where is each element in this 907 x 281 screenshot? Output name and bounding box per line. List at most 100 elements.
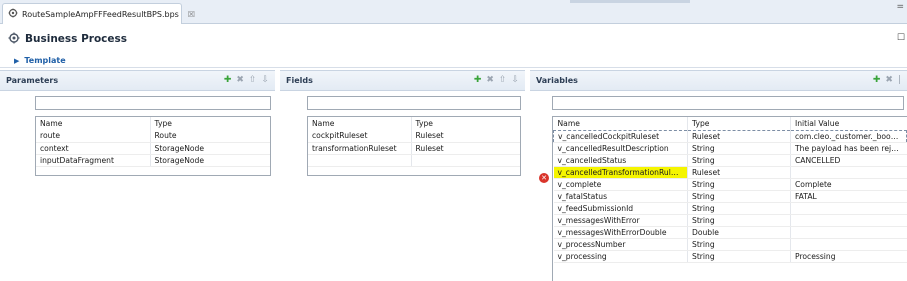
- editor-tab[interactable]: RouteSampleAmpFFFeedResultBPS.bps ☒: [2, 3, 195, 24]
- variable-initial-value[interactable]: [790, 166, 907, 179]
- table-row[interactable]: transformationRuleset Ruleset: [308, 142, 520, 155]
- top-scroll-indicator: [570, 0, 690, 3]
- fields-table: Name Type cockpitRuleset Ruleset transform…: [307, 116, 521, 176]
- variable-initial-value[interactable]: [790, 214, 907, 227]
- variable-type[interactable]: Ruleset: [687, 166, 791, 179]
- table-row[interactable]: inputDataFragment StorageNode: [36, 154, 270, 167]
- add-variable-icon[interactable]: ✚: [873, 76, 881, 85]
- variable-initial-value[interactable]: Complete: [790, 178, 907, 191]
- variable-type[interactable]: String: [687, 154, 791, 167]
- variables-filter-input[interactable]: [552, 96, 904, 110]
- fields-toolbar: ✚ ✖ ⇧ ⇩: [474, 76, 525, 85]
- parameter-name[interactable]: context: [36, 142, 151, 155]
- variable-initial-value[interactable]: Processing: [790, 250, 907, 263]
- add-parameter-icon[interactable]: ✚: [224, 76, 232, 85]
- variable-name-highlighted[interactable]: v_cancelledTransformationRuleset: [553, 166, 688, 179]
- variable-name[interactable]: v_processing: [553, 250, 688, 263]
- fields-header: Fields ✚ ✖ ⇧ ⇩: [280, 71, 525, 91]
- parameters-header: Parameters ✚ ✖ ⇧ ⇩: [0, 71, 275, 91]
- move-up-parameter-icon[interactable]: ⇧: [249, 76, 257, 85]
- page-title: Business Process: [25, 33, 128, 45]
- move-down-field-icon[interactable]: ⇩: [511, 76, 519, 85]
- parameters-title: Parameters: [6, 76, 59, 85]
- column-header-name[interactable]: Name: [308, 117, 412, 130]
- field-type[interactable]: Ruleset: [411, 142, 520, 155]
- variable-type[interactable]: Double: [687, 226, 791, 239]
- more-tools-icon[interactable]: |: [898, 76, 901, 85]
- variable-initial-value[interactable]: [790, 226, 907, 239]
- minimize-icon[interactable]: =: [896, 2, 904, 12]
- variable-name[interactable]: v_processNumber: [553, 238, 688, 251]
- variable-type[interactable]: String: [687, 238, 791, 251]
- column-header-initial-value[interactable]: Initial Value: [791, 117, 907, 130]
- variable-name[interactable]: v_fatalStatus: [553, 190, 688, 203]
- variable-initial-value[interactable]: [790, 238, 907, 251]
- table-row[interactable]: context StorageNode: [36, 142, 270, 155]
- template-label: Template: [24, 56, 66, 65]
- parameters-toolbar: ✚ ✖ ⇧ ⇩: [224, 76, 275, 85]
- table-row[interactable]: cockpitRuleset Ruleset: [308, 130, 520, 143]
- table-row[interactable]: v_complete String Complete: [553, 178, 907, 191]
- parameter-type[interactable]: Route: [150, 130, 270, 143]
- parameter-type[interactable]: StorageNode: [150, 142, 270, 155]
- variable-type[interactable]: String: [687, 142, 791, 155]
- right-edge-icon[interactable]: ☐: [897, 33, 905, 43]
- variable-name[interactable]: v_complete: [553, 178, 688, 191]
- delete-parameter-icon[interactable]: ✖: [236, 76, 244, 85]
- variable-type[interactable]: String: [687, 214, 791, 227]
- field-name[interactable]: transformationRuleset: [308, 142, 412, 155]
- fields-title: Fields: [286, 76, 313, 85]
- variable-initial-value[interactable]: [790, 202, 907, 215]
- variable-name[interactable]: v_cancelledStatus: [553, 154, 688, 167]
- column-header-type[interactable]: Type: [411, 117, 520, 130]
- expand-triangle-icon: ▶: [14, 56, 20, 65]
- table-row-selected[interactable]: v_cancelledCockpitRuleset Ruleset com.cleo…: [553, 130, 907, 143]
- field-type[interactable]: Ruleset: [411, 130, 520, 143]
- variable-type[interactable]: String: [687, 250, 791, 263]
- variable-initial-value[interactable]: FATAL: [790, 190, 907, 203]
- table-row[interactable]: v_processNumber String: [553, 238, 907, 251]
- variable-name[interactable]: v_messagesWithError: [553, 214, 688, 227]
- parameter-name[interactable]: route: [36, 130, 151, 143]
- move-up-field-icon[interactable]: ⇧: [499, 76, 507, 85]
- variable-initial-value[interactable]: CANCELLED: [790, 154, 907, 167]
- table-row[interactable]: v_fatalStatus String FATAL: [553, 190, 907, 203]
- field-name[interactable]: cockpitRuleset: [308, 130, 412, 143]
- parameters-filter-input[interactable]: [35, 96, 271, 110]
- variable-initial-value[interactable]: com.cleo._customer._boost...: [790, 130, 907, 143]
- table-row-error[interactable]: v_cancelledTransformationRuleset Ruleset: [553, 166, 907, 179]
- column-header-type[interactable]: Type: [150, 117, 270, 130]
- variable-name[interactable]: v_cancelledCockpitRuleset: [553, 130, 688, 143]
- variable-type[interactable]: String: [687, 190, 791, 203]
- variable-name[interactable]: v_feedSubmissionId: [553, 202, 688, 215]
- column-header-name[interactable]: Name: [553, 117, 688, 130]
- table-row[interactable]: v_messagesWithErrorDouble Double: [553, 226, 907, 239]
- close-tab-icon[interactable]: ☒: [188, 10, 195, 19]
- table-row[interactable]: v_cancelledResultDescription String The pa…: [553, 142, 907, 155]
- table-row[interactable]: v_cancelledStatus String CANCELLED: [553, 154, 907, 167]
- template-section-toggle[interactable]: ▶ Template: [0, 54, 907, 68]
- table-row[interactable]: route Route: [36, 130, 270, 143]
- table-row[interactable]: [308, 154, 520, 167]
- gear-process-icon: [8, 32, 20, 46]
- variable-name[interactable]: v_messagesWithErrorDouble: [553, 226, 688, 239]
- table-row[interactable]: v_feedSubmissionId String: [553, 202, 907, 215]
- column-header-type[interactable]: Type: [687, 117, 791, 130]
- table-row[interactable]: v_processing String Processing: [553, 250, 907, 263]
- error-icon: ✕: [539, 173, 549, 183]
- parameter-type[interactable]: StorageNode: [150, 154, 270, 167]
- table-row[interactable]: v_messagesWithError String: [553, 214, 907, 227]
- variable-name[interactable]: v_cancelledResultDescription: [553, 142, 688, 155]
- variables-toolbar: ✚ ✖ |: [873, 76, 907, 85]
- variable-type[interactable]: String: [687, 178, 791, 191]
- delete-field-icon[interactable]: ✖: [486, 76, 494, 85]
- add-field-icon[interactable]: ✚: [474, 76, 482, 85]
- variable-type[interactable]: String: [687, 202, 791, 215]
- parameter-name[interactable]: inputDataFragment: [36, 154, 151, 167]
- column-header-name[interactable]: Name: [36, 117, 151, 130]
- delete-variable-icon[interactable]: ✖: [885, 76, 893, 85]
- move-down-parameter-icon[interactable]: ⇩: [261, 76, 269, 85]
- variable-initial-value[interactable]: The payload has been reject...: [790, 142, 907, 155]
- fields-filter-input[interactable]: [307, 96, 521, 110]
- variable-type[interactable]: Ruleset: [687, 130, 791, 143]
